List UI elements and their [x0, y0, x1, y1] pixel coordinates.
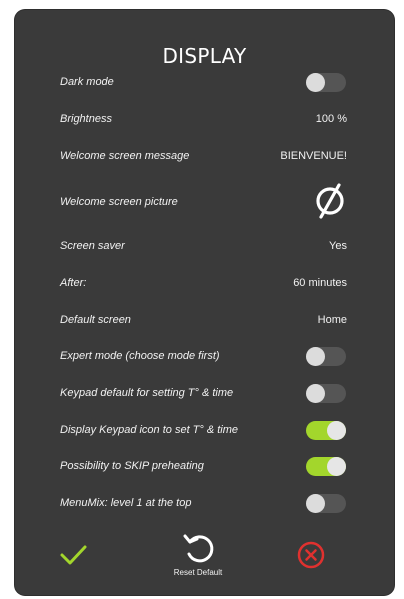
- cancel-button[interactable]: [296, 540, 326, 570]
- setting-label: Keypad default for setting T° & time: [60, 387, 234, 399]
- display-settings-panel: DISPLAY Dark mode Brightness 100 % Welco…: [15, 10, 394, 595]
- close-circle-icon: [297, 541, 325, 569]
- setting-row-keypad-default: Keypad default for setting T° & time: [15, 381, 394, 405]
- keypad-default-toggle[interactable]: [306, 384, 346, 403]
- setting-label: Expert mode (choose mode first): [60, 350, 220, 362]
- setting-label: Welcome screen picture: [60, 196, 178, 208]
- menumix-toggle[interactable]: [306, 494, 346, 513]
- setting-label: Default screen: [60, 314, 131, 326]
- setting-row-welcome-message[interactable]: Welcome screen message BIENVENUE!: [15, 144, 394, 168]
- setting-label: Welcome screen message: [60, 150, 190, 162]
- reset-default-label: Reset Default: [173, 568, 223, 577]
- empty-set-icon[interactable]: [310, 180, 350, 220]
- setting-row-skip-preheating: Possibility to SKIP preheating: [15, 454, 394, 478]
- brightness-value[interactable]: 100 %: [316, 107, 347, 131]
- toggle-knob: [306, 73, 325, 92]
- expert-mode-toggle[interactable]: [306, 347, 346, 366]
- welcome-message-value[interactable]: BIENVENUE!: [280, 144, 347, 168]
- toggle-knob: [327, 421, 346, 440]
- setting-row-expert-mode: Expert mode (choose mode first): [15, 344, 394, 368]
- checkmark-icon: [60, 545, 87, 565]
- setting-row-default-screen[interactable]: Default screen Home: [15, 308, 394, 332]
- setting-label: Possibility to SKIP preheating: [60, 460, 204, 472]
- setting-row-screen-saver[interactable]: Screen saver Yes: [15, 234, 394, 258]
- toggle-knob: [306, 347, 325, 366]
- setting-label: MenuMix: level 1 at the top: [60, 497, 192, 509]
- toggle-knob: [306, 494, 325, 513]
- skip-preheating-toggle[interactable]: [306, 457, 346, 476]
- setting-label: After:: [60, 277, 87, 289]
- toggle-knob: [306, 384, 325, 403]
- setting-label: Dark mode: [60, 76, 114, 88]
- screen-saver-value[interactable]: Yes: [329, 234, 347, 258]
- setting-row-brightness[interactable]: Brightness 100 %: [15, 107, 394, 131]
- confirm-button[interactable]: [58, 540, 88, 570]
- setting-row-display-keypad-icon: Display Keypad icon to set T° & time: [15, 418, 394, 442]
- setting-row-dark-mode: Dark mode: [15, 70, 394, 94]
- page-title: DISPLAY: [162, 44, 247, 68]
- reset-default-button[interactable]: Reset Default: [163, 530, 233, 586]
- setting-row-after[interactable]: After: 60 minutes: [15, 271, 394, 295]
- dark-mode-toggle[interactable]: [306, 73, 346, 92]
- setting-label: Screen saver: [60, 240, 125, 252]
- screen: DISPLAY Dark mode Brightness 100 % Welco…: [0, 0, 404, 599]
- display-keypad-icon-toggle[interactable]: [306, 421, 346, 440]
- default-screen-value[interactable]: Home: [318, 308, 347, 332]
- setting-label: Display Keypad icon to set T° & time: [60, 424, 239, 436]
- reset-arrow-icon: [183, 534, 214, 563]
- setting-label: Brightness: [60, 113, 112, 125]
- after-value[interactable]: 60 minutes: [293, 271, 347, 295]
- setting-row-menumix: MenuMix: level 1 at the top: [15, 491, 394, 515]
- setting-row-welcome-picture[interactable]: Welcome screen picture: [15, 183, 394, 219]
- toggle-knob: [327, 457, 346, 476]
